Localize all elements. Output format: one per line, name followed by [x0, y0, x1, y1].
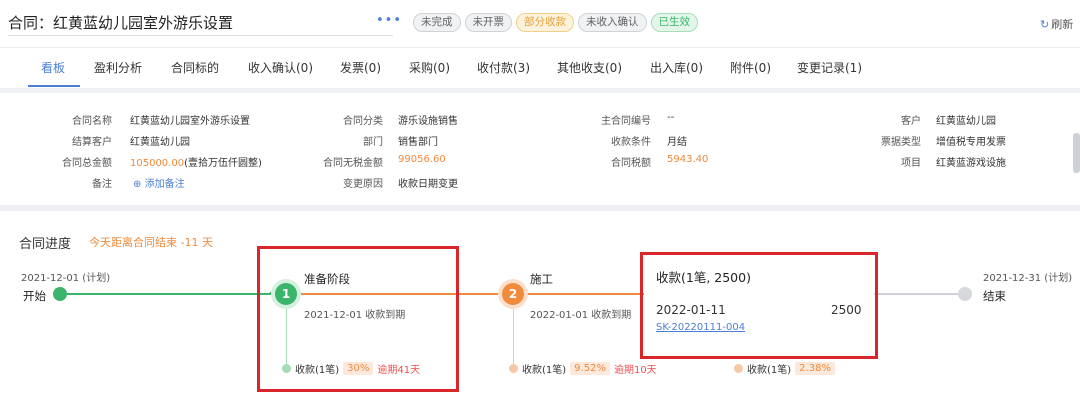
end-date: 2021-12-31 (计划): [983, 273, 1073, 284]
contract-info-panel: 合同名称 红黄蓝幼儿园室外游乐设置 结算客户 红黄蓝幼儿园 合同总金额 1050…: [0, 93, 1080, 205]
add-remark-button[interactable]: ⊕ 添加备注: [133, 175, 185, 190]
status-badge-partial-received: 部分收款: [516, 13, 574, 32]
tab-profit-analysis[interactable]: 盈利分析: [94, 59, 142, 76]
tab-change-log[interactable]: 变更记录(1): [797, 59, 862, 76]
progress-title: 合同进度: [19, 237, 72, 252]
highlight-box-popup: [640, 252, 878, 359]
contract-header: 合同：红黄蓝幼儿园室外游乐设置 ••• 未完成 未开票 部分收款 未收入确认 已…: [0, 0, 1080, 47]
value-invoice-type: 增值税专用发票: [936, 137, 1006, 148]
tab-attachments[interactable]: 附件(0): [730, 59, 771, 76]
label-category: 合同分类: [343, 116, 383, 127]
scrollbar[interactable]: [1073, 133, 1080, 173]
label-main-contract-no: 主合同编号: [601, 116, 651, 127]
label-remark: 备注: [92, 179, 112, 190]
value-department: 销售部门: [398, 137, 438, 148]
value-customer: 红黄蓝幼儿园: [936, 116, 996, 127]
refresh-label: 刷新: [1051, 18, 1074, 31]
active-tab-indicator: [28, 85, 80, 87]
value-change-reason: 收款日期变更: [398, 179, 458, 190]
value-untaxed-amount: 99056.60: [398, 154, 446, 165]
stage-2-percent: 9.52%: [570, 362, 610, 375]
tab-bar: 看板 盈利分析 合同标的 收入确认(0) 发票(0) 采购(0) 收付款(3) …: [0, 47, 1080, 88]
add-remark-label: 添加备注: [144, 179, 185, 190]
stage-2-due: 2022-01-01 收款到期: [530, 310, 632, 321]
tab-purchases[interactable]: 采购(0): [409, 59, 450, 76]
contract-progress-panel: 合同进度 今天距离合同结束 -11 天 2021-12-01 (计划) 开始 ✓…: [0, 211, 1080, 417]
label-department: 部门: [363, 137, 383, 148]
stage-2-name: 施工: [530, 272, 553, 286]
tab-contract-items[interactable]: 合同标的: [171, 59, 219, 76]
label-settle-customer: 结算客户: [72, 137, 112, 148]
label-project: 项目: [901, 158, 921, 169]
label-change-reason: 变更原因: [343, 179, 383, 190]
stage-3-stat[interactable]: 收款(1笔) 2.38%: [734, 361, 835, 376]
stage-2-node[interactable]: 2: [502, 283, 524, 305]
title-field[interactable]: 合同：红黄蓝幼儿园室外游乐设置: [8, 12, 393, 36]
status-badge-effective: 已生效: [650, 13, 698, 32]
label-payment-terms: 收款条件: [611, 137, 651, 148]
total-amount-number: 105000.00: [130, 158, 185, 169]
value-project: 红黄蓝游戏设施: [936, 158, 1006, 169]
end-node: [958, 287, 972, 301]
status-tags: 未完成 未开票 部分收款 未收入确认 已生效: [413, 13, 698, 32]
end-label: 结束: [983, 289, 1006, 303]
value-main-contract-no: --: [667, 112, 675, 123]
tab-payments[interactable]: 收付款(3): [477, 59, 530, 76]
status-badge-revenue-unconfirmed: 未收入确认: [578, 13, 647, 32]
status-badge-incomplete: 未完成: [413, 13, 461, 32]
label-total-amount: 合同总金额: [62, 158, 112, 169]
label-untaxed-amount: 合同无税金额: [323, 158, 383, 169]
tab-invoices[interactable]: 发票(0): [340, 59, 381, 76]
value-payment-terms: 月结: [667, 137, 687, 148]
refresh-icon: ↻: [1040, 17, 1050, 31]
label-customer: 客户: [901, 116, 921, 127]
stage-3-stat-label: 收款(1笔): [747, 365, 792, 376]
stage-2-stat-dot: [509, 364, 518, 373]
value-tax-amount: 5943.40: [667, 154, 709, 165]
tab-inventory[interactable]: 出入库(0): [650, 59, 703, 76]
status-badge-not-invoiced: 未开票: [464, 13, 512, 32]
start-node: [53, 287, 67, 301]
value-total-amount: 105000.00(壹拾万伍仟圆整): [130, 154, 262, 169]
progress-countdown: 今天距离合同结束 -11 天: [89, 236, 213, 249]
value-settle-customer: 红黄蓝幼儿园: [130, 137, 190, 148]
stage-3-percent: 2.38%: [795, 362, 835, 375]
page-title: 合同：红黄蓝幼儿园室外游乐设置: [8, 14, 234, 32]
more-icon[interactable]: •••: [376, 13, 402, 28]
plus-circle-icon: ⊕: [133, 179, 142, 190]
stage-2-stat[interactable]: 收款(1笔) 9.52% 逾期10天: [509, 361, 657, 376]
value-contract-name: 红黄蓝幼儿园室外游乐设置: [130, 116, 250, 127]
timeline-segment-done: [60, 293, 287, 295]
tab-revenue-confirm[interactable]: 收入确认(0): [248, 59, 313, 76]
start-label: 开始: [23, 289, 46, 303]
stage-3-stat-dot: [734, 364, 743, 373]
tab-other-income-expense[interactable]: 其他收支(0): [557, 59, 622, 76]
stage-2-overdue: 逾期10天: [613, 365, 657, 376]
refresh-button[interactable]: ↻ 刷新: [1040, 16, 1073, 32]
tab-dashboard[interactable]: 看板: [41, 59, 65, 76]
value-category: 游乐设施销售: [398, 116, 458, 127]
label-contract-name: 合同名称: [72, 116, 112, 127]
total-amount-chinese: (壹拾万伍仟圆整): [184, 158, 262, 169]
stage-2-connector: [513, 309, 514, 365]
stage-2-stat-label: 收款(1笔): [522, 365, 567, 376]
highlight-box-stage-1: [257, 246, 459, 392]
label-tax-amount: 合同税额: [611, 158, 651, 169]
start-date: 2021-12-01 (计划): [21, 273, 111, 284]
label-invoice-type: 票据类型: [881, 137, 921, 148]
